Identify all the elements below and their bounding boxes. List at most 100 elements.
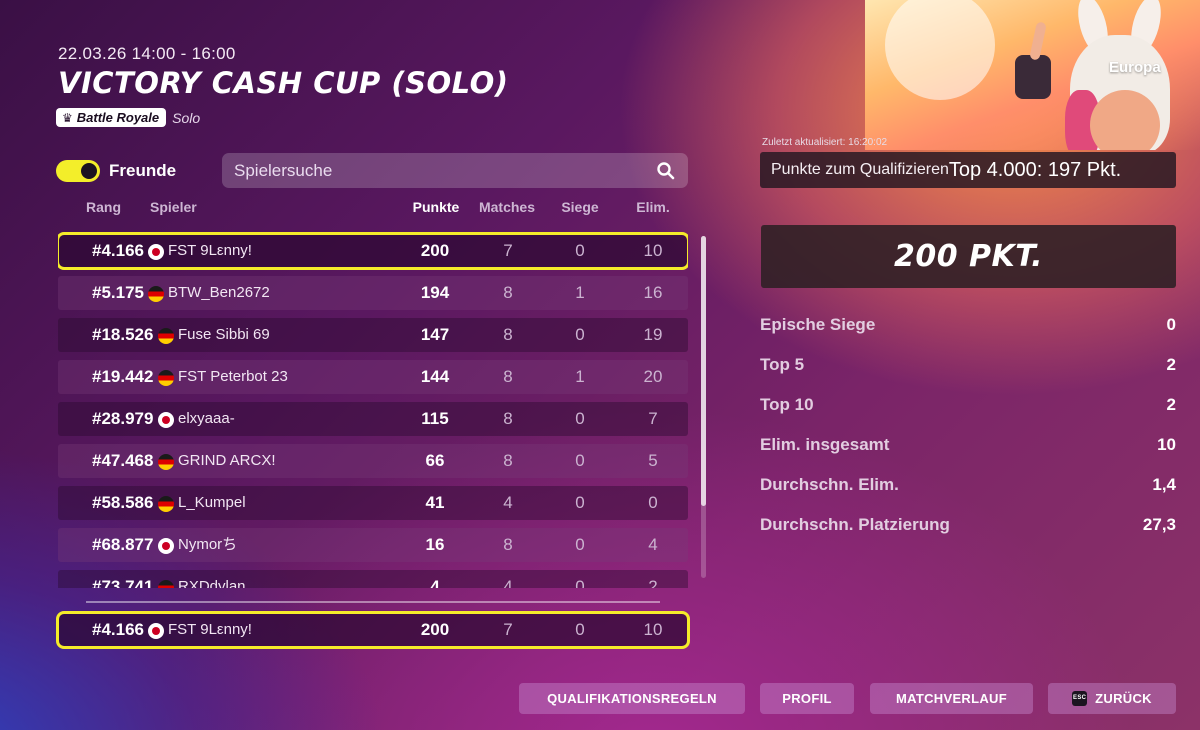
wins-cell: 0 xyxy=(575,409,585,428)
matches-cell: 4 xyxy=(503,493,513,512)
stat-label: Top 5 xyxy=(760,355,805,374)
player-name[interactable]: BTW_Ben2672 xyxy=(168,276,270,310)
stat-row: Top 10 2 xyxy=(760,395,1176,417)
elims-cell: 10 xyxy=(643,241,663,260)
leaderboard-list[interactable]: #4.166 FST 9Lεnny! 200 7 0 10 #5.175 BTW_Ben267… xyxy=(58,232,688,588)
stat-label: Durchschn. Elim. xyxy=(760,475,899,494)
player-name[interactable]: Fuse Sibbi 69 xyxy=(178,318,270,352)
points-cell: 16 xyxy=(425,535,445,554)
points-cell: 147 xyxy=(420,325,450,344)
rank-cell: #58.586 xyxy=(92,493,154,512)
table-row[interactable]: #73.741 RXDdylan 4 4 0 2 xyxy=(58,570,688,588)
player-name[interactable]: Nymorち xyxy=(178,528,237,562)
japan-flag-icon xyxy=(148,623,164,639)
toggle-knob xyxy=(81,163,97,179)
player-name[interactable]: RXDdylan xyxy=(178,570,246,588)
crown-icon: ♛ xyxy=(62,110,73,125)
table-row[interactable]: #19.442 FST Peterbot 23 144 8 1 20 xyxy=(58,360,688,394)
points-cell: 194 xyxy=(420,283,450,302)
rank-cell: #19.442 xyxy=(92,367,154,386)
rank-cell: #28.979 xyxy=(92,409,154,428)
last-updated: Zuletzt aktualisiert: 16:20:02 xyxy=(762,137,888,148)
table-row[interactable]: #5.175 BTW_Ben2672 194 8 1 16 xyxy=(58,276,688,310)
player-name[interactable]: FST 9Lεnny! xyxy=(168,234,252,268)
wins-cell: 0 xyxy=(575,577,585,588)
elims-cell: 0 xyxy=(648,493,658,512)
germany-flag-icon xyxy=(158,496,174,512)
region-label: Europa xyxy=(1109,59,1161,76)
matches-cell: 8 xyxy=(503,325,513,344)
col-wins: Siege xyxy=(561,199,599,215)
points-cell: 200 xyxy=(420,241,450,260)
matches-cell: 7 xyxy=(503,620,513,639)
stat-row: Epische Siege 0 xyxy=(760,315,1176,337)
player-name[interactable]: GRIND ARCX! xyxy=(178,444,276,478)
wins-cell: 0 xyxy=(575,241,585,260)
friends-toggle-label: Freunde xyxy=(109,161,177,180)
elims-cell: 19 xyxy=(643,325,663,344)
elims-cell: 4 xyxy=(648,535,658,554)
wins-cell: 0 xyxy=(575,620,585,639)
rank-cell: #47.468 xyxy=(92,451,154,470)
search-icon[interactable] xyxy=(656,161,676,181)
points-cell: 66 xyxy=(425,451,445,470)
player-search-input[interactable]: Spielersuche xyxy=(222,153,688,188)
qualify-value: Top 4.000: 197 Pkt. xyxy=(948,158,1122,181)
col-rank: Rang xyxy=(86,199,121,215)
stat-label: Epische Siege xyxy=(760,315,876,334)
player-name[interactable]: L_Kumpel xyxy=(178,486,246,520)
germany-flag-icon xyxy=(158,370,174,386)
wins-cell: 1 xyxy=(575,283,585,302)
my-rank-row[interactable]: #4.166 FST 9Lεnny! 200 7 0 10 xyxy=(56,611,690,649)
table-row[interactable]: #4.166 FST 9Lεnny! 200 7 0 10 xyxy=(58,232,688,270)
wins-cell: 0 xyxy=(575,325,585,344)
elims-cell: 10 xyxy=(643,620,663,639)
scrollbar-thumb[interactable] xyxy=(701,236,706,506)
qualification-rules-button[interactable]: QUALIFIKATIONSREGELN xyxy=(519,683,745,714)
matches-cell: 8 xyxy=(503,367,513,386)
esc-key-icon: ESC xyxy=(1072,691,1088,706)
player-name[interactable]: FST Peterbot 23 xyxy=(178,360,288,394)
matches-cell: 8 xyxy=(503,283,513,302)
event-title: VICTORY CASH CUP (SOLO) xyxy=(58,66,509,100)
rank-cell: #5.175 xyxy=(92,283,144,302)
stat-value: 2 xyxy=(1166,355,1176,374)
elims-cell: 20 xyxy=(643,367,663,386)
wins-cell: 0 xyxy=(575,451,585,470)
wins-cell: 0 xyxy=(575,535,585,554)
table-row[interactable]: #68.877 Nymorち 16 8 0 4 xyxy=(58,528,688,562)
points-cell: 41 xyxy=(425,493,445,512)
points-cell: 200 xyxy=(420,620,450,639)
matches-cell: 7 xyxy=(503,241,513,260)
match-history-button[interactable]: MATCHVERLAUF xyxy=(870,683,1033,714)
stat-row: Durchschn. Platzierung 27,3 xyxy=(760,515,1176,537)
stat-value: 1,4 xyxy=(1152,475,1176,494)
qualify-threshold-box: Punkte zum Qualifizieren Top 4.000: 197 … xyxy=(760,152,1176,188)
germany-flag-icon xyxy=(158,454,174,470)
japan-flag-icon xyxy=(158,538,174,554)
matches-cell: 8 xyxy=(503,451,513,470)
mode-sub-label: Solo xyxy=(172,109,201,126)
mode-badge: ♛ Battle Royale xyxy=(56,108,167,127)
table-row[interactable]: #47.468 GRIND ARCX! 66 8 0 5 xyxy=(58,444,688,478)
table-row[interactable]: #18.526 Fuse Sibbi 69 147 8 0 19 xyxy=(58,318,688,352)
divider xyxy=(86,601,660,603)
col-matches: Matches xyxy=(478,199,536,215)
col-points: Punkte xyxy=(412,199,460,215)
leaderboard-scrollbar[interactable] xyxy=(701,236,706,578)
germany-flag-icon xyxy=(158,328,174,344)
points-cell: 115 xyxy=(421,409,449,428)
stat-value: 27,3 xyxy=(1142,515,1176,534)
table-row[interactable]: #28.979 elxyaaa- 115 8 0 7 xyxy=(58,402,688,436)
stat-label: Durchschn. Platzierung xyxy=(760,515,950,534)
rank-cell: #68.877 xyxy=(92,535,154,554)
profile-button[interactable]: PROFIL xyxy=(760,683,854,714)
back-button[interactable]: ESC ZURÜCK xyxy=(1048,683,1176,714)
player-name[interactable]: FST 9Lεnny! xyxy=(168,613,252,647)
table-row[interactable]: #58.586 L_Kumpel 41 4 0 0 xyxy=(58,486,688,520)
player-name[interactable]: elxyaaa- xyxy=(178,402,235,436)
stat-row: Top 5 2 xyxy=(760,355,1176,377)
col-elims: Elim. xyxy=(636,199,670,215)
japan-flag-icon xyxy=(158,412,174,428)
friends-toggle[interactable] xyxy=(56,160,100,182)
